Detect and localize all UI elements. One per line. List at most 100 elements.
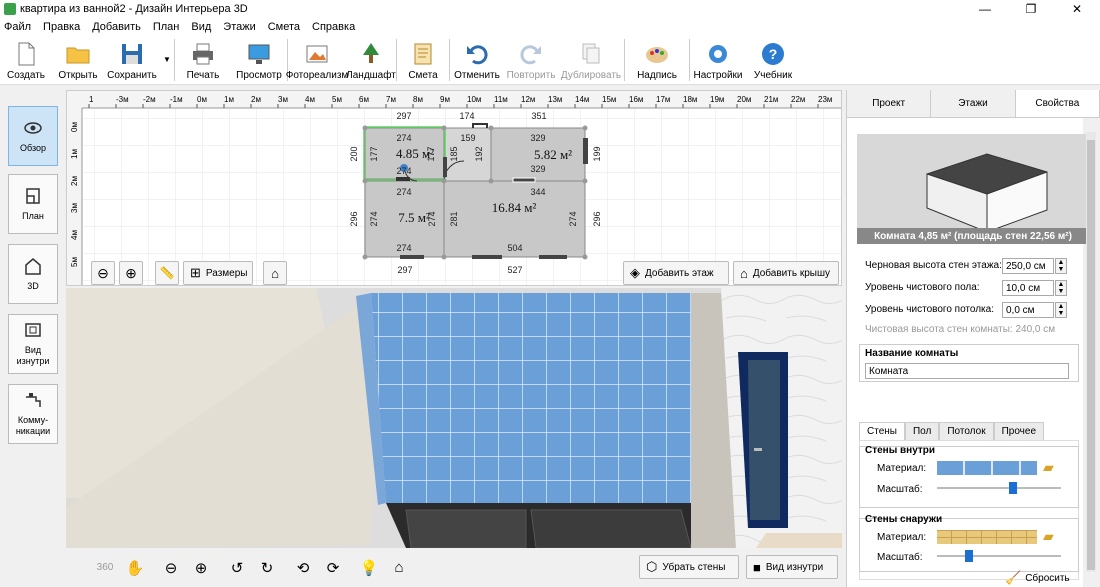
door-height: 185: [449, 146, 459, 161]
add-roof-button[interactable]: ⌂ Добавить крышу: [733, 261, 839, 285]
tilt-down-button[interactable]: ⟳: [320, 555, 346, 581]
ruler-x-label: 18м: [683, 95, 697, 104]
tilt-down-icon: ⟳: [326, 559, 340, 577]
add-floor-button[interactable]: ◈ Добавить этаж: [623, 261, 729, 285]
ruler-x-label: 2м: [251, 95, 261, 104]
dim-right-bottom: 296: [592, 211, 602, 226]
menu-estimate[interactable]: Смета: [268, 21, 300, 33]
3d-zoom-in-button[interactable]: ⊕: [188, 555, 214, 581]
tilt-up-button[interactable]: ⟲: [290, 555, 316, 581]
tutorial-button[interactable]: ? Учебник: [746, 35, 800, 85]
menu-edit[interactable]: Правка: [43, 21, 80, 33]
ceiling-level-input[interactable]: 0,0 см: [1002, 302, 1054, 318]
menu-view[interactable]: Вид: [191, 21, 211, 33]
scale-slider-inside[interactable]: [937, 482, 1061, 494]
material-swatch-inside[interactable]: [937, 461, 1037, 475]
sidebar-item-utilities[interactable]: Комму-никации: [8, 384, 58, 444]
sidebar-item-plan[interactable]: План: [8, 174, 58, 234]
minimize-button[interactable]: —: [962, 0, 1008, 18]
menu-floors[interactable]: Этажи: [223, 21, 255, 33]
subtab-other[interactable]: Прочее: [993, 422, 1045, 440]
wall-height-input[interactable]: 250,0 см: [1002, 258, 1054, 274]
clean-height-label: Чистовая высота стен комнаты: 240,0 см: [865, 324, 1056, 335]
light-button[interactable]: 💡: [356, 555, 382, 581]
close-button[interactable]: ✕: [1054, 0, 1100, 18]
subtab-walls[interactable]: Стены: [859, 422, 905, 440]
undo-button[interactable]: Отменить: [450, 35, 504, 85]
menu-help[interactable]: Справка: [312, 21, 355, 33]
maximize-button[interactable]: ❐: [1008, 0, 1054, 18]
remove-walls-button[interactable]: ⬡ Убрать стены: [639, 555, 739, 579]
tab-project[interactable]: Проект: [847, 90, 932, 117]
home-icon: ⌂: [394, 559, 404, 576]
menu-plan[interactable]: План: [153, 21, 180, 33]
scale-label-outside: Масштаб:: [877, 552, 923, 563]
3d-zoom-out-button[interactable]: ⊖: [158, 555, 184, 581]
walls-outside-group: [859, 518, 1079, 572]
room2-width: 329: [530, 133, 545, 143]
3d-inside-view-button[interactable]: ■ Вид изнутри: [746, 555, 838, 579]
sizes-button[interactable]: ⊞ Размеры: [183, 261, 253, 285]
dim-left-bottom: 296: [349, 211, 359, 226]
folder-icon[interactable]: ▰: [1043, 459, 1054, 476]
sidebar-item-inside-view[interactable]: Вид изнутри: [8, 314, 58, 374]
material-swatch-outside[interactable]: [937, 530, 1037, 544]
save-button[interactable]: Сохранить: [104, 35, 160, 85]
3d-canvas[interactable]: [66, 288, 842, 548]
floor-plan-view[interactable]: 1 -3м -2м -1м 0м 1м 2м 3м 4м 5м 6м 7м 8м 9м 10м 11м 12м 1…: [66, 90, 842, 286]
sidebar-item-3d[interactable]: 3D: [8, 244, 58, 304]
scale-slider-outside-knob[interactable]: [964, 550, 973, 562]
estimate-button[interactable]: Смета: [397, 35, 449, 85]
floor-level-stepper[interactable]: ▲ ▼: [1055, 280, 1067, 296]
3d-home-button[interactable]: ⌂: [386, 555, 412, 581]
faucet-icon: [26, 393, 41, 407]
pan-button[interactable]: ✋: [122, 555, 148, 581]
floor-plan-canvas[interactable]: 1 -3м -2м -1м 0м 1м 2м 3м 4м 5м 6м 7м 8м 9м 10м 11м 12м 1…: [67, 91, 842, 286]
zoom-in-button[interactable]: ⊕: [119, 261, 143, 285]
print-button[interactable]: Печать: [175, 35, 231, 85]
scale-slider-inside-knob[interactable]: [1008, 482, 1017, 494]
subtab-ceiling[interactable]: Потолок: [939, 422, 994, 440]
preview-button[interactable]: Просмотр: [231, 35, 287, 85]
subtab-floor[interactable]: Пол: [904, 422, 940, 440]
wall-height-stepper[interactable]: ▲ ▼: [1055, 258, 1067, 274]
tab-properties[interactable]: Свойства: [1015, 90, 1100, 117]
floor-level-input[interactable]: 10,0 см: [1002, 280, 1054, 296]
zoom-out-button[interactable]: ⊖: [91, 261, 115, 285]
menu-file[interactable]: Файл: [4, 21, 31, 33]
left-sidebar: Обзор План 3D Вид изнутри Комму-никации: [0, 86, 66, 587]
landscape-button[interactable]: Ландшафт: [346, 35, 396, 85]
rotate-left-button[interactable]: ↺: [224, 555, 250, 581]
ruler-button[interactable]: 📏: [155, 261, 179, 285]
home-icon: ⌂: [271, 265, 279, 281]
rotate-360-button[interactable]: 360: [92, 555, 118, 581]
3d-toolbar: 360 ✋ ⊖ ⊕ ↺ ↻ ⟲ ⟳ 💡 ⌂ ⬡ Убрать стены ■ Вид…: [66, 548, 842, 587]
folder-icon[interactable]: ▰: [1043, 528, 1054, 545]
ruler-x-label: 15м: [602, 95, 616, 104]
label-button[interactable]: Надпись: [625, 35, 689, 85]
hand-icon: ✋: [125, 559, 145, 577]
tab-floors[interactable]: Этажи: [931, 90, 1016, 117]
settings-button[interactable]: Настройки: [690, 35, 746, 85]
redo-button[interactable]: Повторить: [504, 35, 558, 85]
room-box-icon: [926, 153, 1048, 233]
menu-add[interactable]: Добавить: [92, 21, 141, 33]
room-name-input[interactable]: Комната: [865, 363, 1069, 379]
rotate-right-button[interactable]: ↻: [254, 555, 280, 581]
ceiling-level-stepper[interactable]: ▲ ▼: [1055, 302, 1067, 318]
3d-view[interactable]: [66, 288, 842, 548]
photoreal-button[interactable]: Фотореализм: [286, 35, 348, 85]
open-button[interactable]: Открыть: [52, 35, 104, 85]
plan-home-button[interactable]: ⌂: [263, 261, 287, 285]
walls-inside-title: Стены внутри: [865, 445, 936, 456]
sidebar-item-overview[interactable]: Обзор: [8, 106, 58, 166]
ruler-x-label: 5м: [332, 95, 342, 104]
duplicate-button[interactable]: Дублировать: [558, 35, 624, 85]
scale-label-inside: Масштаб:: [877, 484, 923, 495]
scale-slider-outside[interactable]: [937, 550, 1061, 562]
reset-button[interactable]: 🧹 Сбросить: [1005, 570, 1070, 586]
save-dropdown-button[interactable]: ▼: [160, 35, 174, 85]
create-button[interactable]: Создать: [0, 35, 52, 85]
right-panel-scrollbar[interactable]: [1086, 132, 1096, 572]
palette-icon: [646, 47, 668, 63]
